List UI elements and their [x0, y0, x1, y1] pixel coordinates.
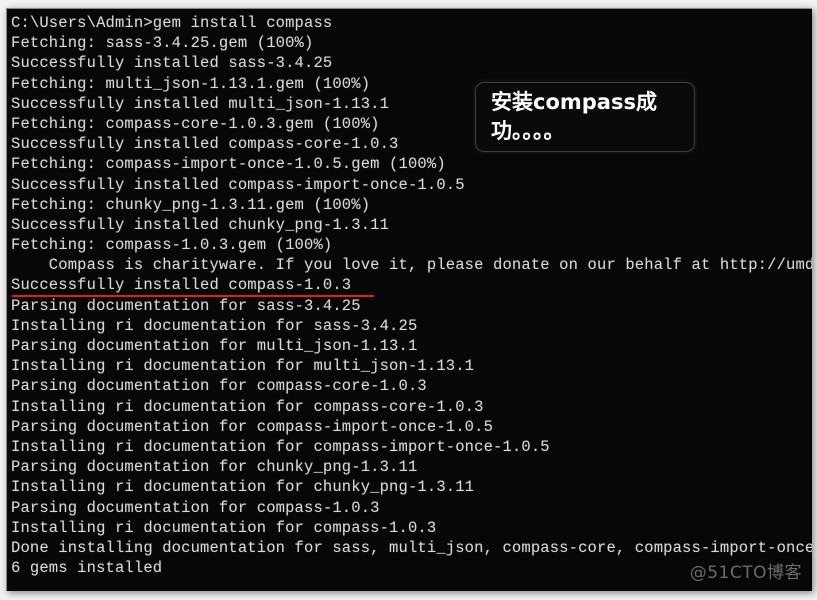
console-line: Parsing documentation for sass-3.4.25	[11, 296, 361, 315]
console-line: Fetching: compass-1.0.3.gem (100%)	[11, 236, 333, 255]
console-line: Fetching: sass-3.4.25.gem (100%)	[11, 34, 314, 53]
console-line: Installing ri documentation for compass-…	[11, 518, 437, 537]
console-line: Parsing documentation for multi_json-1.1…	[11, 337, 418, 355]
console-line: Installing ri documentation for compass-…	[11, 397, 484, 416]
console-line: Done installing documentation for sass, …	[11, 538, 812, 557]
console-line: Installing ri documentation for sass-3.4…	[11, 316, 418, 335]
console-line: Fetching: compass-import-once-1.0.5.gem …	[11, 155, 446, 174]
console-line: Successfully installed sass-3.4.25	[11, 54, 333, 73]
console-line: Parsing documentation for compass-core-1…	[11, 377, 427, 396]
console-line: Successfully installed compass-1.0.3	[11, 275, 812, 297]
command-prompt-window[interactable]: C:\Users\Admin>gem install compass Fetchi…	[6, 8, 812, 591]
console-line: Parsing documentation for chunky_png-1.3…	[11, 458, 418, 477]
console-line: Parsing documentation for compass-1.0.3	[11, 498, 380, 517]
console-line: Successfully installed compass-import-on…	[11, 175, 465, 194]
annotation-label: 安装compass成功。。。。	[491, 90, 657, 143]
screenshot-root: C:\Users\Admin>gem install compass Fetchi…	[0, 0, 817, 600]
console-line: C:\Users\Admin>gem install compass	[11, 14, 333, 32]
console-line: Installing ri documentation for compass-…	[11, 437, 550, 456]
watermark-label: @51CTO博客	[689, 563, 802, 583]
annotation-callout: 安装compass成功。。。。	[475, 82, 695, 152]
console-line: Installing ri documentation for multi_js…	[11, 357, 475, 376]
console-line: Parsing documentation for compass-import…	[11, 417, 494, 436]
console-line: Compass is charityware. If you love it, …	[48, 256, 812, 275]
console-line: Installing ri documentation for chunky_p…	[11, 478, 475, 497]
console-line: Successfully installed chunky_png-1.3.11	[11, 215, 390, 234]
console-line: Fetching: chunky_png-1.3.11.gem (100%)	[11, 195, 371, 214]
